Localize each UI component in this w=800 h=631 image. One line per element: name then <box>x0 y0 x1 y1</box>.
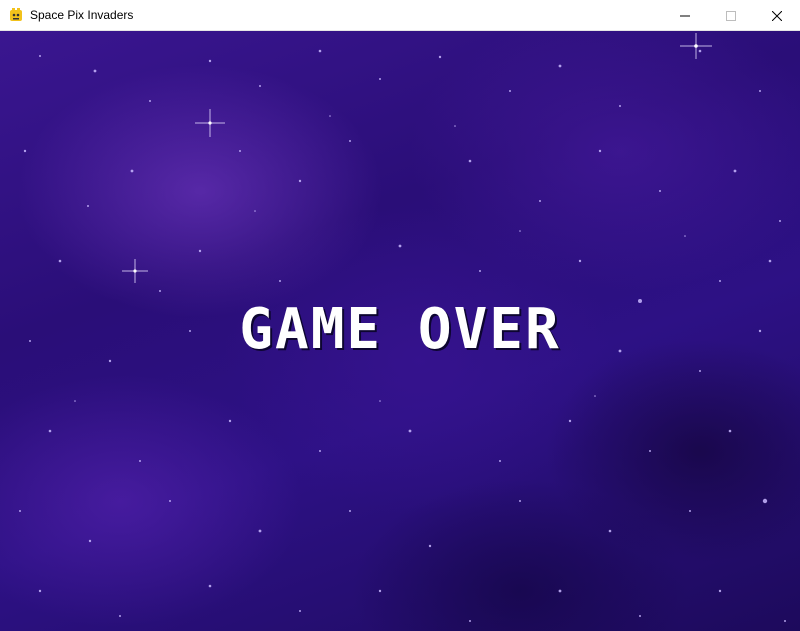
pygame-icon <box>8 7 24 23</box>
game-window: Space Pix Invaders GAME OVER <box>0 0 800 631</box>
maximize-icon <box>726 10 736 21</box>
maximize-button[interactable] <box>708 0 754 31</box>
close-icon <box>772 10 782 21</box>
game-canvas[interactable]: GAME OVER <box>0 31 800 631</box>
window-controls <box>662 0 800 31</box>
minimize-icon <box>680 15 690 16</box>
title-bar[interactable]: Space Pix Invaders <box>0 0 800 31</box>
minimize-button[interactable] <box>662 0 708 31</box>
window-title: Space Pix Invaders <box>30 7 134 22</box>
close-button[interactable] <box>754 0 800 31</box>
game-over-text: GAME OVER <box>239 296 561 362</box>
